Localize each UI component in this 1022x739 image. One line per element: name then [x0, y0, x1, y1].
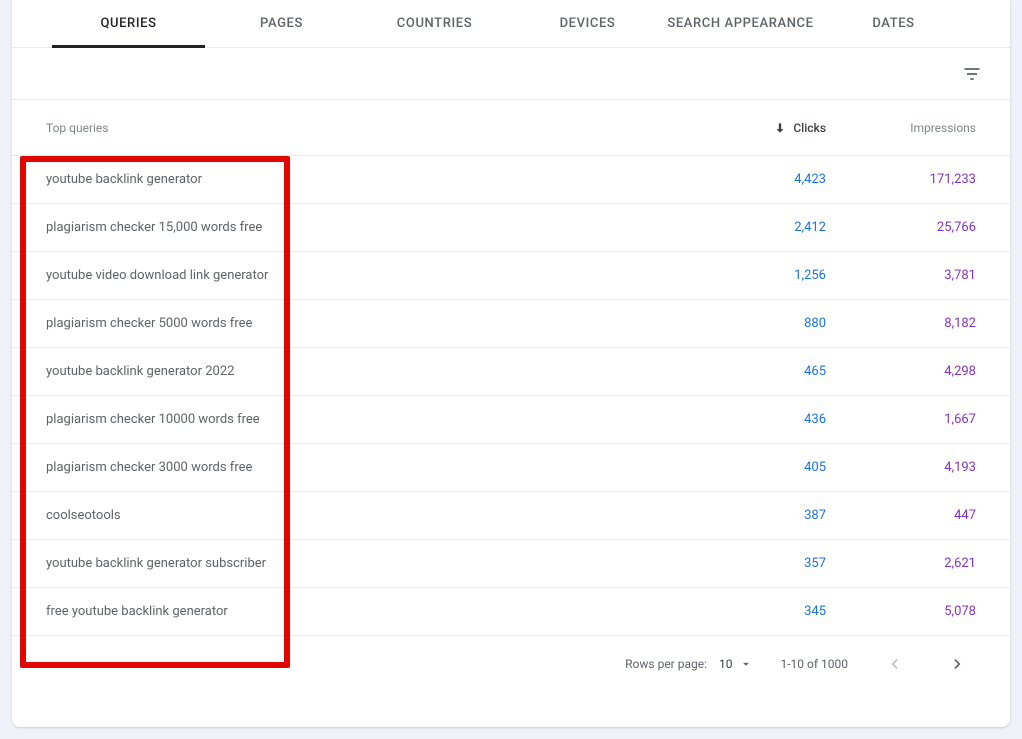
column-top-queries[interactable]: Top queries [46, 121, 696, 135]
query-cell: plagiarism checker 3000 words free [46, 460, 696, 475]
next-page-button[interactable] [940, 646, 976, 682]
query-cell: youtube video download link generator [46, 268, 696, 283]
rows-per-page-select[interactable]: 10 [719, 657, 753, 671]
rows-per-page-value: 10 [719, 657, 733, 671]
filter-bar [12, 48, 1010, 100]
clicks-cell[interactable]: 2,412 [696, 220, 826, 235]
clicks-cell[interactable]: 357 [696, 556, 826, 571]
impressions-cell[interactable]: 4,193 [826, 460, 976, 475]
query-cell: plagiarism checker 5000 words free [46, 316, 696, 331]
sort-desc-icon [773, 121, 787, 135]
report-card: QUERIES PAGES COUNTRIES DEVICES SEARCH A… [12, 0, 1010, 727]
query-cell: youtube backlink generator subscriber [46, 556, 696, 571]
tab-queries[interactable]: QUERIES [52, 0, 205, 47]
table-body: youtube backlink generator4,423171,233pl… [12, 156, 1010, 636]
filter-icon[interactable] [962, 64, 982, 84]
impressions-cell[interactable]: 8,182 [826, 316, 976, 331]
prev-page-button[interactable] [876, 646, 912, 682]
column-clicks-label: Clicks [793, 121, 826, 135]
clicks-cell[interactable]: 465 [696, 364, 826, 379]
tab-bar: QUERIES PAGES COUNTRIES DEVICES SEARCH A… [12, 0, 1010, 48]
rows-per-page: Rows per page: 10 [625, 657, 752, 671]
clicks-cell[interactable]: 4,423 [696, 172, 826, 187]
impressions-cell[interactable]: 3,781 [826, 268, 976, 283]
query-cell: plagiarism checker 10000 words free [46, 412, 696, 427]
table-row[interactable]: coolseotools387447 [12, 492, 1010, 540]
column-clicks[interactable]: Clicks [696, 121, 826, 135]
table-row[interactable]: free youtube backlink generator3455,078 [12, 588, 1010, 636]
tab-pages[interactable]: PAGES [205, 0, 358, 47]
dropdown-icon [739, 657, 753, 671]
table-row[interactable]: youtube backlink generator4,423171,233 [12, 156, 1010, 204]
chevron-left-icon [884, 654, 904, 674]
clicks-cell[interactable]: 405 [696, 460, 826, 475]
impressions-cell[interactable]: 5,078 [826, 604, 976, 619]
table-row[interactable]: youtube backlink generator subscriber357… [12, 540, 1010, 588]
page-range: 1-10 of 1000 [781, 657, 849, 671]
table-row[interactable]: plagiarism checker 3000 words free4054,1… [12, 444, 1010, 492]
clicks-cell[interactable]: 436 [696, 412, 826, 427]
query-cell: youtube backlink generator [46, 172, 696, 187]
tab-dates[interactable]: DATES [817, 0, 970, 47]
impressions-cell[interactable]: 4,298 [826, 364, 976, 379]
table-row[interactable]: youtube video download link generator1,2… [12, 252, 1010, 300]
table-header: Top queries Clicks Impressions [12, 100, 1010, 156]
impressions-cell[interactable]: 447 [826, 508, 976, 523]
table-row[interactable]: plagiarism checker 15,000 words free2,41… [12, 204, 1010, 252]
rows-per-page-label: Rows per page: [625, 657, 707, 671]
impressions-cell[interactable]: 171,233 [826, 172, 976, 187]
tab-countries[interactable]: COUNTRIES [358, 0, 511, 47]
table-row[interactable]: plagiarism checker 5000 words free8808,1… [12, 300, 1010, 348]
tab-search-appearance[interactable]: SEARCH APPEARANCE [664, 0, 817, 47]
query-cell: plagiarism checker 15,000 words free [46, 220, 696, 235]
pagination: Rows per page: 10 1-10 of 1000 [12, 636, 1010, 692]
impressions-cell[interactable]: 25,766 [826, 220, 976, 235]
table-row[interactable]: youtube backlink generator 20224654,298 [12, 348, 1010, 396]
impressions-cell[interactable]: 1,667 [826, 412, 976, 427]
impressions-cell[interactable]: 2,621 [826, 556, 976, 571]
query-cell: youtube backlink generator 2022 [46, 364, 696, 379]
chevron-right-icon [948, 654, 968, 674]
clicks-cell[interactable]: 880 [696, 316, 826, 331]
table-row[interactable]: plagiarism checker 10000 words free4361,… [12, 396, 1010, 444]
clicks-cell[interactable]: 1,256 [696, 268, 826, 283]
column-impressions[interactable]: Impressions [826, 121, 976, 135]
tab-devices[interactable]: DEVICES [511, 0, 664, 47]
clicks-cell[interactable]: 387 [696, 508, 826, 523]
query-cell: free youtube backlink generator [46, 604, 696, 619]
clicks-cell[interactable]: 345 [696, 604, 826, 619]
query-cell: coolseotools [46, 508, 696, 523]
